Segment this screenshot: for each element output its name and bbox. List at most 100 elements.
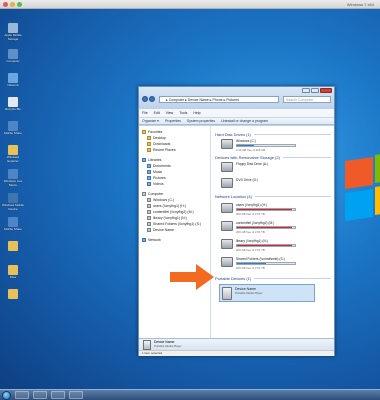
command-bar[interactable]: Organize ▾ Properties System properties Uni…: [139, 117, 334, 125]
menu-item[interactable]: Edit: [154, 111, 160, 115]
folder-icon: [147, 216, 151, 220]
maximize-button[interactable]: [311, 88, 319, 93]
drive-dvd[interactable]: DVD Drive (D:): [221, 178, 331, 191]
taskbar-button-media[interactable]: [51, 391, 65, 399]
section-portable[interactable]: Portable Devices (1): [215, 276, 331, 281]
nav-item[interactable]: Device Name: [139, 227, 210, 233]
folder-icon: [147, 142, 151, 146]
drive-content[interactable]: contentfiel (\\cnyfhg2) (M:) 209 GB free…: [221, 221, 301, 234]
menu-bar[interactable]: File Edit View Tools Help: [139, 109, 334, 117]
nav-item-label: Network: [148, 238, 161, 242]
section-removable[interactable]: Devices with Removable Storage (2): [215, 155, 331, 160]
toolbar-item[interactable]: Uninstall or change a program: [221, 119, 268, 123]
drive-size: 209 GB free of 2.51 TB: [236, 266, 265, 270]
nav-item[interactable]: Recent Places: [139, 147, 210, 153]
drive-usage-bar: [236, 262, 296, 265]
app-icon: [8, 265, 18, 275]
taskbar[interactable]: [0, 389, 380, 400]
drive-library[interactable]: library (\\cnyfhg1) (N:) 209 GB free of …: [221, 239, 301, 252]
app-icon: [8, 193, 18, 203]
drive-name: Windows (C:): [236, 139, 256, 143]
app-icon: [8, 145, 18, 155]
desktop-icon-label: Computer: [6, 59, 20, 63]
close-button[interactable]: [320, 88, 332, 93]
address-bar[interactable]: ▸ Computer ▸ Device Name ▸ Phone ▸ Pictu…: [159, 96, 279, 103]
drive-usage-bar: [236, 226, 296, 229]
menu-item[interactable]: File: [142, 111, 148, 115]
folder-icon: [147, 148, 151, 152]
drive-windows[interactable]: Windows (C:) 2.63 GB free of 465 GB: [221, 139, 331, 152]
nav-item-label: Documents: [153, 164, 171, 168]
taskbar-button-ie[interactable]: [15, 391, 29, 399]
folder-icon: [147, 198, 151, 202]
desktop-icon[interactable]: [2, 289, 24, 300]
nav-item[interactable]: Videos: [139, 181, 210, 187]
desktop-icon[interactable]: Mobile Share: [2, 121, 24, 136]
taskbar-button-explorer[interactable]: [33, 391, 47, 399]
status-bar: 1 item selected: [139, 350, 334, 356]
minimize-button[interactable]: [302, 88, 310, 93]
network-drive-icon: [221, 257, 233, 267]
drive-usage-bar: [236, 144, 296, 147]
window-controls[interactable]: [3, 2, 22, 7]
explorer-window-controls[interactable]: [302, 88, 332, 93]
explorer-title-bar[interactable]: ▸ Computer ▸ Device Name ▸ Phone ▸ Pictu…: [139, 87, 334, 109]
desktop-icon[interactable]: Mobile Share: [2, 217, 24, 232]
windows-logo: [345, 129, 380, 329]
explorer-body: Favorites Desktop Downloads Recent Places Li…: [139, 126, 334, 338]
folder-icon: [147, 222, 151, 226]
folder-icon: [147, 182, 151, 186]
explorer-window[interactable]: ▸ Computer ▸ Device Name ▸ Phone ▸ Pictu…: [138, 86, 335, 356]
back-button[interactable]: [142, 96, 148, 102]
nav-item-label: Downloads: [153, 142, 171, 146]
folder-icon: [147, 210, 151, 214]
minimize-dot[interactable]: [10, 2, 15, 7]
desktop-icon-label: Mobile Share: [4, 131, 22, 135]
menu-item[interactable]: Help: [193, 111, 200, 115]
section-network-location[interactable]: Network Location (4): [215, 194, 331, 199]
desktop-icon[interactable]: Computer: [2, 49, 24, 64]
taskbar-button-app[interactable]: [69, 391, 83, 399]
drive-floppy[interactable]: Floppy Disk Drive (A:): [221, 162, 331, 175]
desktop-icon-label: Mobile Share: [4, 227, 22, 231]
forward-button[interactable]: [149, 96, 155, 102]
search-input[interactable]: Search Computer: [283, 96, 331, 103]
nav-item-label: contentfiel (\\cnyfhg2) (M:): [153, 210, 194, 214]
portable-device-tile[interactable]: Device Name Portable Media Player: [219, 284, 315, 302]
drive-name: users (\\cnyfhg1) (H:): [236, 203, 267, 207]
desktop-icon[interactable]: [2, 241, 24, 252]
app-icon: [8, 23, 18, 33]
drive-usage-bar: [236, 208, 296, 211]
nav-group-computer: Computer Windows (C:) users (\\cnyfhg1) (H…: [139, 191, 210, 233]
menu-item[interactable]: Tools: [179, 111, 187, 115]
drive-size: 209 GB free of 2.51 TB: [236, 212, 265, 216]
app-icon: [8, 49, 18, 59]
toolbar-item[interactable]: System properties: [187, 119, 215, 123]
content-pane: Hard Disk Drives (1) Windows (C:) 2.63 G…: [211, 126, 334, 338]
network-drive-icon: [221, 221, 233, 231]
desktop-icon[interactable]: Recycle Bin: [2, 97, 24, 112]
desktop-icon[interactable]: Network: [2, 73, 24, 88]
close-dot[interactable]: [3, 2, 8, 7]
nav-buttons[interactable]: [142, 96, 155, 102]
toolbar-item[interactable]: Organize ▾: [142, 119, 159, 123]
menu-item[interactable]: View: [166, 111, 174, 115]
nav-item[interactable]: Network: [139, 237, 210, 243]
drive-shared[interactable]: Shared Folders (\\cnmtfsmkt) (S:) 209 GB…: [221, 257, 301, 270]
desktop-icon[interactable]: Apple Mobile Storage: [2, 23, 24, 41]
device-type: Portable Media Player: [235, 291, 263, 295]
zoom-dot[interactable]: [17, 2, 22, 7]
nav-item-label: Videos: [153, 182, 164, 186]
toolbar-item[interactable]: Properties: [165, 119, 181, 123]
desktop-icon[interactable]: Files: [2, 265, 24, 280]
drive-users[interactable]: users (\\cnyfhg1) (H:) 209 GB free of 2.…: [221, 203, 301, 216]
folder-icon: [147, 228, 151, 232]
navigation-pane[interactable]: Favorites Desktop Downloads Recent Places Li…: [139, 126, 211, 338]
section-hard-disk[interactable]: Hard Disk Drives (1): [215, 132, 331, 137]
desktop-icon[interactable]: Windows Explorer: [2, 145, 24, 163]
desktop-icon[interactable]: Windows Mobile Device: [2, 193, 24, 211]
drive-size: 2.63 GB free of 465 GB: [236, 148, 266, 152]
desktop-icon[interactable]: Windows Live Movie: [2, 169, 24, 187]
start-button[interactable]: [2, 390, 11, 400]
folder-icon: [147, 136, 151, 140]
